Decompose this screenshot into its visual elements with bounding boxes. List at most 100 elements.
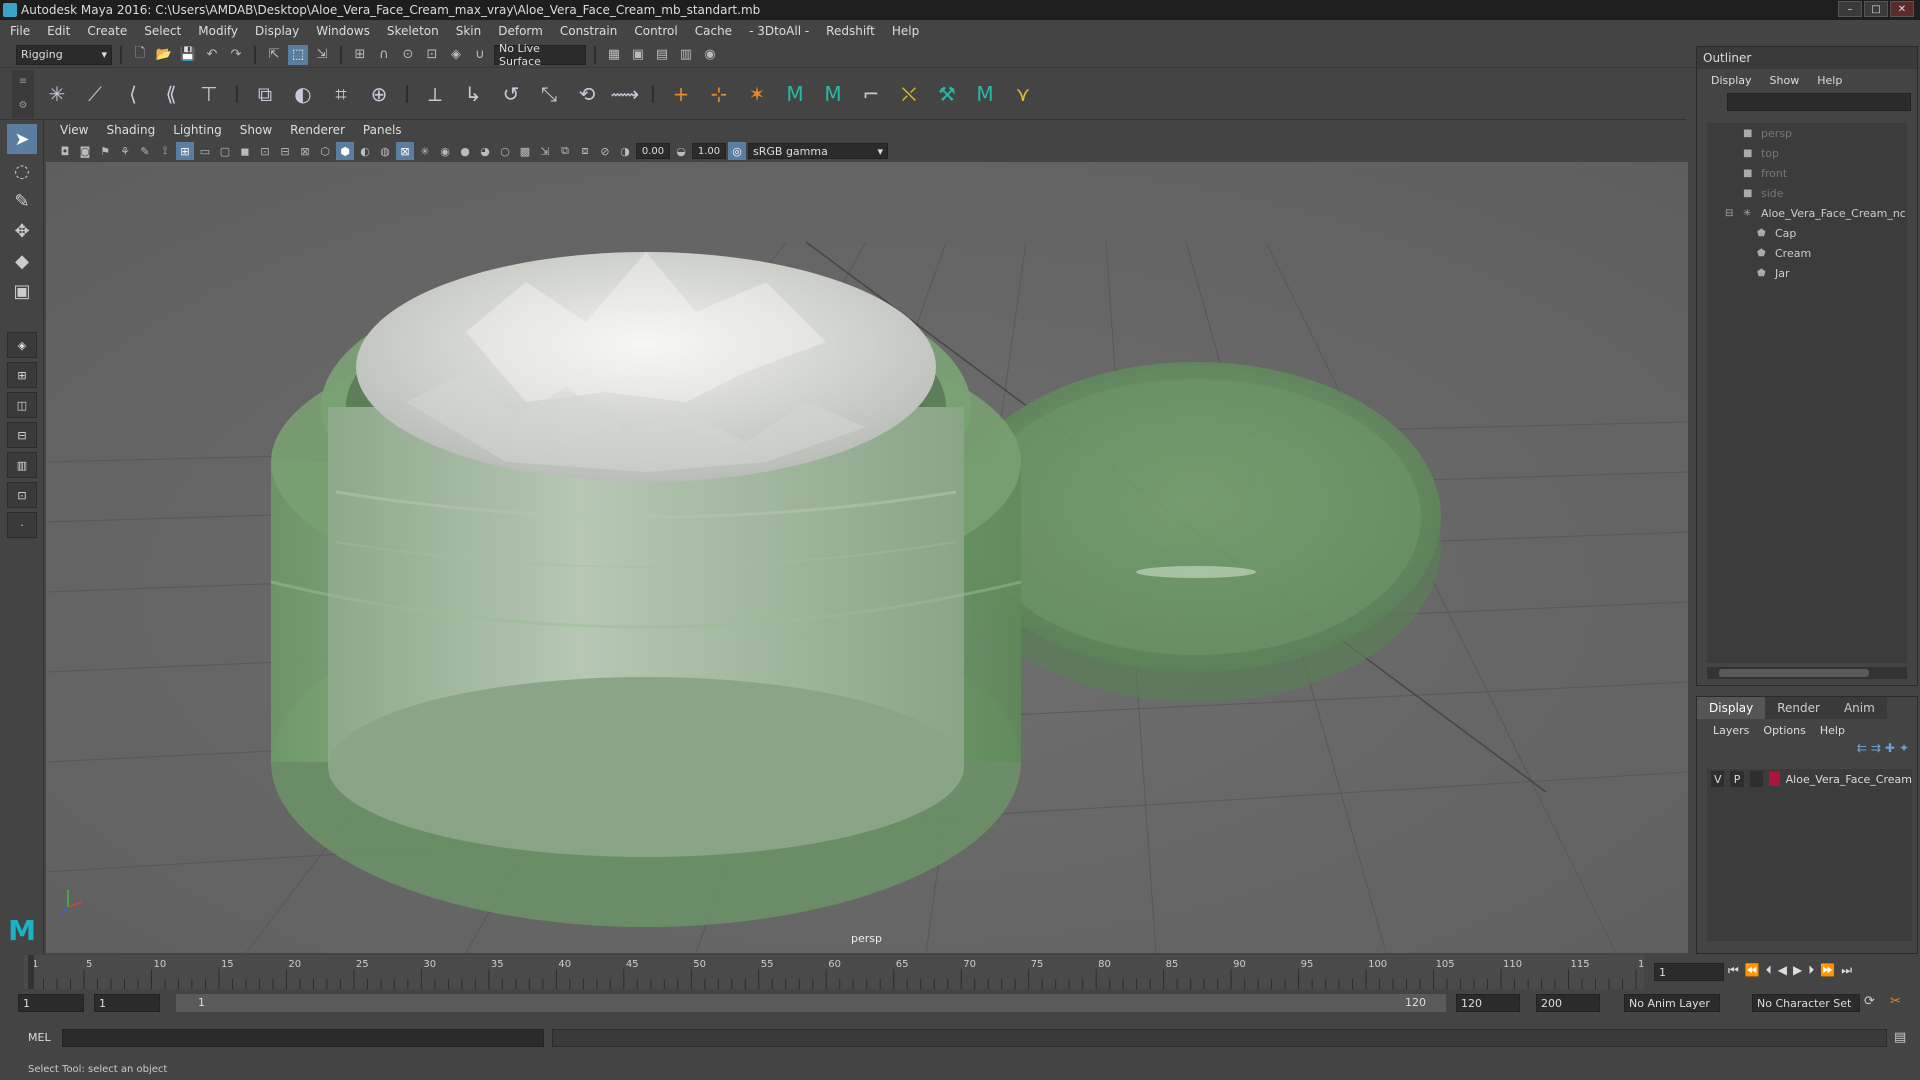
render-view-icon[interactable]: ▦ xyxy=(604,45,624,65)
four-view-icon[interactable]: ⊞ xyxy=(7,362,37,388)
exposure-field[interactable]: 0.00 xyxy=(636,143,670,159)
preferences-icon[interactable]: ✂ xyxy=(1890,994,1901,1009)
joint-tool-icon[interactable]: ✳ xyxy=(42,79,72,109)
orient-constraint-icon[interactable]: ↺ xyxy=(496,79,526,109)
mel-label[interactable]: MEL xyxy=(28,1031,51,1044)
outliner-item-top[interactable]: ■ top xyxy=(1707,143,1907,163)
select-tool-icon[interactable]: ➤ xyxy=(7,124,37,154)
scale-tool-icon[interactable]: ▣ xyxy=(7,276,37,306)
maya-tool-icon[interactable]: M xyxy=(970,79,1000,109)
menu-modify[interactable]: Modify xyxy=(198,24,238,38)
hud-icon[interactable]: ⊘ xyxy=(596,142,614,160)
layer-visibility-toggle[interactable]: V xyxy=(1711,771,1725,787)
open-scene-icon[interactable]: 📂 xyxy=(154,45,174,65)
outliner-menu-display[interactable]: Display xyxy=(1711,74,1752,87)
menu-create[interactable]: Create xyxy=(87,24,127,38)
outliner-item-cream[interactable]: ⬟ Cream xyxy=(1707,243,1907,263)
wireframe-on-shaded-icon[interactable]: ◐ xyxy=(356,142,374,160)
safe-action-icon[interactable]: ⊟ xyxy=(276,142,294,160)
menu-3dtoall[interactable]: - 3DtoAll - xyxy=(749,24,809,38)
outliner-item-side[interactable]: ■ side xyxy=(1707,183,1907,203)
vp-menu-lighting[interactable]: Lighting xyxy=(173,123,222,137)
outliner-scrollbar[interactable] xyxy=(1707,667,1907,679)
animation-end-field[interactable]: 200 xyxy=(1536,994,1600,1012)
menu-skin[interactable]: Skin xyxy=(456,24,482,38)
snap-point-icon[interactable]: ⊙ xyxy=(398,45,418,65)
move-tool-icon[interactable]: ✥ xyxy=(7,216,37,246)
persp-graph-icon[interactable]: ⊟ xyxy=(7,422,37,448)
menu-file[interactable]: File xyxy=(10,24,30,38)
snap-magnet-icon[interactable]: ∪ xyxy=(470,45,490,65)
tumble-icon[interactable]: ⟟ xyxy=(156,142,174,160)
snap-surface-icon[interactable]: ◈ xyxy=(446,45,466,65)
range-slider-bar[interactable]: 1 120 xyxy=(176,994,1446,1012)
use-lights-icon[interactable]: ◉ xyxy=(436,142,454,160)
select-object-icon[interactable]: ⬚ xyxy=(288,44,308,65)
film-gate-icon[interactable]: ▭ xyxy=(196,142,214,160)
new-layer-icon[interactable]: ✚ xyxy=(1885,741,1895,763)
go-to-start-icon[interactable]: ⏮ xyxy=(1728,963,1739,978)
menu-display[interactable]: Display xyxy=(255,24,299,38)
snap-view-icon[interactable]: ⊡ xyxy=(422,45,442,65)
save-scene-icon[interactable]: 💾 xyxy=(178,45,198,65)
render-current-icon[interactable]: ▣ xyxy=(628,45,648,65)
paint-weights-icon[interactable]: ◐ xyxy=(288,79,318,109)
step-back-frame-icon[interactable]: ⏴ xyxy=(1766,963,1772,978)
minimize-button[interactable]: – xyxy=(1838,1,1862,17)
xray-icon[interactable]: ⊠ xyxy=(396,142,414,160)
gamma-field[interactable]: 1.00 xyxy=(692,143,726,159)
tab-anim[interactable]: Anim xyxy=(1831,697,1887,719)
menu-select[interactable]: Select xyxy=(144,24,181,38)
frame-selected-icon[interactable]: ⧈ xyxy=(576,142,594,160)
outliner-item-jar[interactable]: ⬟ Jar xyxy=(1707,263,1907,283)
layer-menu-layers[interactable]: Layers xyxy=(1713,724,1749,737)
auto-key-icon[interactable]: ⟳ xyxy=(1864,994,1875,1009)
step-forward-key-icon[interactable]: ⏩ xyxy=(1820,963,1835,978)
layer-menu-options[interactable]: Options xyxy=(1763,724,1805,737)
safe-title-icon[interactable]: ⊠ xyxy=(296,142,314,160)
viewport-canvas[interactable]: persp xyxy=(46,162,1688,953)
smooth-shade-icon[interactable]: ⬢ xyxy=(336,142,354,160)
outliner-item-cap[interactable]: ⬟ Cap xyxy=(1707,223,1907,243)
outliner-item-front[interactable]: ■ front xyxy=(1707,163,1907,183)
field-chart-icon[interactable]: ⊡ xyxy=(256,142,274,160)
camera-attr-icon[interactable]: ◙ xyxy=(76,142,94,160)
outliner-item-group[interactable]: ⊟ ✳ Aloe_Vera_Face_Cream_nc xyxy=(1707,203,1907,223)
orient-joint-icon[interactable]: ⊤ xyxy=(194,79,224,109)
persp-outliner-icon[interactable]: ▥ xyxy=(7,452,37,478)
vp-menu-panels[interactable]: Panels xyxy=(363,123,402,137)
maximize-button[interactable]: □ xyxy=(1864,1,1888,17)
outliner-menu-help[interactable]: Help xyxy=(1817,74,1842,87)
tab-render[interactable]: Render xyxy=(1765,697,1832,719)
step-back-key-icon[interactable]: ⏪ xyxy=(1745,963,1760,978)
gate-mask-icon[interactable]: ◼ xyxy=(236,142,254,160)
select-component-icon[interactable]: ⇲ xyxy=(312,45,332,65)
hik-control-icon[interactable]: M xyxy=(818,79,848,109)
menu-redshift[interactable]: Redshift xyxy=(826,24,875,38)
animation-start-field[interactable]: 1 xyxy=(18,994,84,1012)
view-transform-dropdown[interactable]: sRGB gamma ▾ xyxy=(748,143,888,159)
persp-hypershade-icon[interactable]: ⊡ xyxy=(7,482,37,508)
menu-windows[interactable]: Windows xyxy=(316,24,370,38)
new-scene-icon[interactable]: 🗋 xyxy=(130,45,150,65)
aim-constraint-icon[interactable]: ↳ xyxy=(458,79,488,109)
character-icon[interactable]: ✶ xyxy=(742,79,772,109)
tab-display[interactable]: Display xyxy=(1697,697,1766,719)
lasso-tool-icon[interactable]: ◌ xyxy=(7,156,37,186)
ambient-occlusion-icon[interactable]: ◕ xyxy=(476,142,494,160)
play-backward-icon[interactable]: ◀ xyxy=(1778,963,1787,978)
set-key-icon[interactable]: ⊹ xyxy=(704,79,734,109)
ipr-render-icon[interactable]: ▤ xyxy=(652,45,672,65)
single-view-icon[interactable]: ◈ xyxy=(7,332,37,358)
grid-toggle-icon[interactable]: ⊞ xyxy=(176,142,194,160)
shelf-options[interactable]: ≡ ⚙ xyxy=(12,69,34,118)
frame-all-icon[interactable]: ⧉ xyxy=(556,142,574,160)
scale-constraint-icon[interactable]: ⤡ xyxy=(534,79,564,109)
render-settings-icon[interactable]: ▥ xyxy=(676,45,696,65)
empty-slot-icon[interactable]: ⌐ xyxy=(856,79,886,109)
point-constraint-icon[interactable]: ⟂ xyxy=(420,79,450,109)
menu-constrain[interactable]: Constrain xyxy=(560,24,618,38)
parent-constraint-icon[interactable]: ⟲ xyxy=(572,79,602,109)
menu-deform[interactable]: Deform xyxy=(498,24,543,38)
anti-alias-icon[interactable]: ▩ xyxy=(516,142,534,160)
